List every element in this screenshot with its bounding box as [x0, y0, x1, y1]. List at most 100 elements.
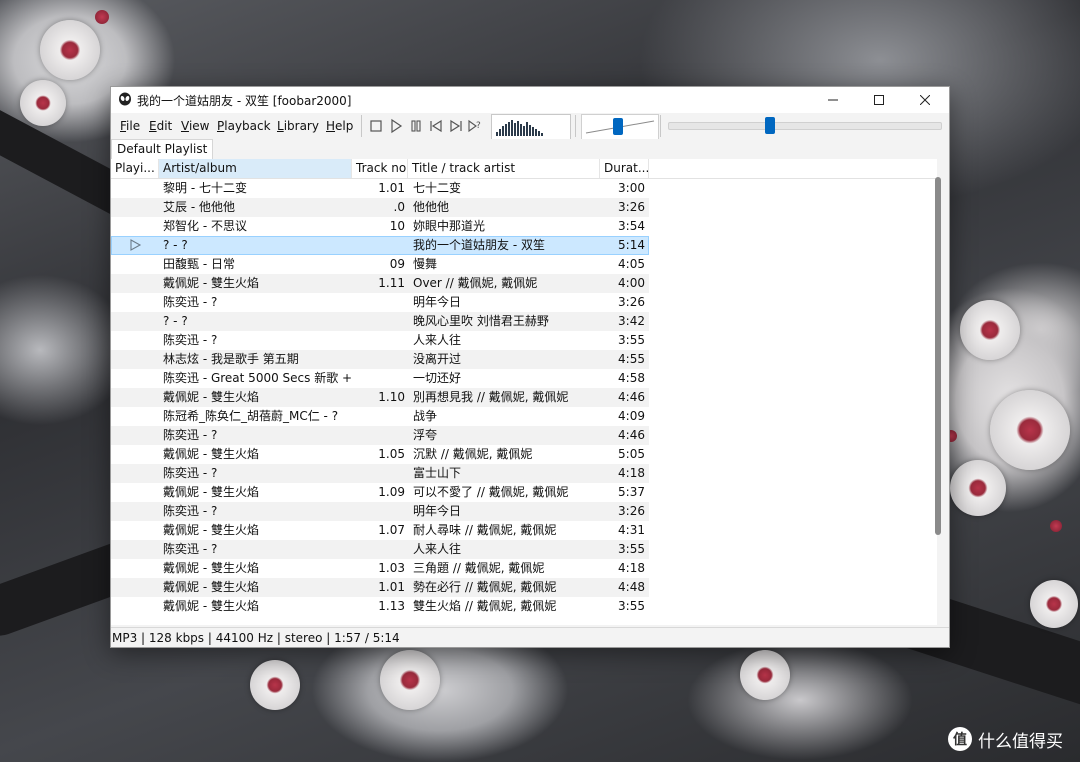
close-button[interactable]	[902, 87, 948, 113]
menu-library[interactable]: Library	[277, 119, 319, 133]
track-row[interactable]: 陈奕迅 - ? 富士山下 4:18	[111, 464, 649, 483]
track-title: 耐人尋味 // 戴佩妮, 戴佩妮	[413, 523, 557, 537]
now-playing-indicator	[111, 445, 159, 464]
now-playing-indicator	[111, 502, 159, 521]
maximize-icon	[874, 95, 884, 105]
spectrum-bar	[514, 123, 516, 136]
now-playing-indicator	[111, 388, 159, 407]
menu-help[interactable]: Help	[326, 119, 353, 133]
wallpaper-blossom	[380, 650, 440, 710]
track-row[interactable]: 戴佩妮 - 雙生火焰 1.07 耐人尋味 // 戴佩妮, 戴佩妮 4:31	[111, 521, 649, 540]
track-row[interactable]: 林志炫 - 我是歌手 第五期 没离开过 4:55	[111, 350, 649, 369]
now-playing-indicator	[111, 559, 159, 578]
volume-thumb[interactable]	[613, 118, 624, 135]
seek-track	[668, 122, 942, 130]
minimize-button[interactable]	[810, 87, 856, 113]
track-duration: 4:05	[618, 257, 645, 271]
track-title: 雙生火焰 // 戴佩妮, 戴佩妮	[413, 599, 557, 613]
track-number	[355, 293, 405, 312]
volume-slider[interactable]	[581, 114, 659, 140]
pause-icon[interactable]	[408, 118, 424, 134]
track-row[interactable]: 黎明 - 七十二变 1.01 七十二变 3:00	[111, 179, 649, 198]
now-playing-indicator	[111, 578, 159, 597]
random-icon[interactable]: ?	[467, 118, 483, 134]
track-row[interactable]: 陈奕迅 - ? 浮夸 4:46	[111, 426, 649, 445]
now-playing-indicator	[111, 407, 159, 426]
now-playing-indicator	[111, 217, 159, 236]
track-row[interactable]: 戴佩妮 - 雙生火焰 1.11 Over // 戴佩妮, 戴佩妮 4:00	[111, 274, 649, 293]
track-artist-album: 陈奕迅 - ?	[163, 542, 218, 556]
track-row[interactable]: 戴佩妮 - 雙生火焰 1.13 雙生火焰 // 戴佩妮, 戴佩妮 3:55	[111, 597, 649, 616]
track-row[interactable]: ? - ? 我的一个道姑朋友 - 双笙 5:14	[111, 236, 649, 255]
track-row[interactable]: 陈冠希_陈奂仁_胡蓓蔚_MC仁 - ? 战争 4:09	[111, 407, 649, 426]
column-artist-album[interactable]: Artist/album	[159, 159, 352, 178]
track-number: 1.01	[378, 580, 405, 594]
seek-thumb[interactable]	[764, 117, 775, 134]
play-icon[interactable]	[388, 118, 404, 134]
spectrum-bar	[508, 122, 510, 136]
menu-library-rest: ibrary	[283, 119, 319, 133]
track-row[interactable]: 戴佩妮 - 雙生火焰 1.09 可以不愛了 // 戴佩妮, 戴佩妮 5:37	[111, 483, 649, 502]
track-artist-album: 陈奕迅 - Great 5000 Secs 新歌 + ...	[163, 371, 353, 385]
track-number	[355, 236, 405, 255]
track-row[interactable]: 戴佩妮 - 雙生火焰 1.10 別再想見我 // 戴佩妮, 戴佩妮 4:46	[111, 388, 649, 407]
wallpaper-blossom	[1030, 580, 1078, 628]
track-number: 1.13	[378, 599, 405, 613]
now-playing-indicator	[111, 274, 159, 293]
now-playing-indicator	[111, 426, 159, 445]
tab-default-playlist[interactable]: Default Playlist	[111, 139, 214, 159]
menu-view[interactable]: View	[181, 119, 209, 133]
column-playing[interactable]: Playi...	[111, 159, 159, 178]
track-row[interactable]: 陈奕迅 - ? 明年今日 3:26	[111, 502, 649, 521]
track-duration: 4:09	[618, 409, 645, 423]
title-bar[interactable]: 我的一个道姑朋友 - 双笙 [foobar2000]	[111, 87, 949, 113]
seek-bar[interactable]	[664, 114, 944, 138]
stop-icon[interactable]	[368, 118, 384, 134]
track-number	[355, 540, 405, 559]
menu-edit[interactable]: Edit	[149, 119, 172, 133]
track-artist-album: 戴佩妮 - 雙生火焰	[163, 523, 259, 537]
track-row[interactable]: 郑智化 - 不思议 10 妳眼中那道光 3:54	[111, 217, 649, 236]
track-number	[355, 312, 405, 331]
track-artist-album: ? - ?	[163, 238, 188, 252]
track-row[interactable]: ? - ? 晚风心里吹 刘惜君王赫野 3:42	[111, 312, 649, 331]
track-row[interactable]: 戴佩妮 - 雙生火焰 1.01 勢在必行 // 戴佩妮, 戴佩妮 4:48	[111, 578, 649, 597]
now-playing-indicator	[111, 293, 159, 312]
column-title[interactable]: Title / track artist	[408, 159, 600, 178]
menu-file[interactable]: File	[120, 119, 140, 133]
track-row[interactable]: 艾辰 - 他他他 .0 他他他 3:26	[111, 198, 649, 217]
track-number: 10	[389, 219, 405, 233]
foobar2000-window: 我的一个道姑朋友 - 双笙 [foobar2000] File Edit Vie…	[110, 86, 950, 648]
track-duration: 3:55	[618, 599, 645, 613]
track-title: 人来人往	[413, 333, 462, 347]
column-track-no[interactable]: Track no	[352, 159, 408, 178]
track-row[interactable]: 戴佩妮 - 雙生火焰 1.03 三角題 // 戴佩妮, 戴佩妮 4:18	[111, 559, 649, 578]
track-title: 富士山下	[413, 466, 462, 480]
watermark-text: 什么值得买	[978, 731, 1063, 752]
track-artist-album: 田馥甄 - 日常	[163, 257, 235, 271]
toolbar-separator	[361, 115, 362, 137]
playlist-view[interactable]: Playi... Artist/album Track no Title / t…	[111, 159, 937, 625]
previous-icon[interactable]	[428, 118, 444, 134]
track-row[interactable]: 陈奕迅 - ? 人来人往 3:55	[111, 331, 649, 350]
track-duration: 3:42	[618, 314, 645, 328]
track-title: 没离开过	[413, 352, 462, 366]
track-row[interactable]: 田馥甄 - 日常 09 慢舞 4:05	[111, 255, 649, 274]
column-duration[interactable]: Durat...	[600, 159, 649, 178]
track-row[interactable]: 陈奕迅 - ? 明年今日 3:26	[111, 293, 649, 312]
scrollbar-thumb[interactable]	[935, 177, 941, 535]
track-row[interactable]: 戴佩妮 - 雙生火焰 1.05 沉默 // 戴佩妮, 戴佩妮 5:05	[111, 445, 649, 464]
spectrum-visualizer[interactable]	[491, 114, 571, 140]
track-number	[355, 426, 405, 445]
track-row[interactable]: 陈奕迅 - Great 5000 Secs 新歌 + ... 一切还好 4:58	[111, 369, 649, 388]
maximize-button[interactable]	[856, 87, 902, 113]
track-row[interactable]: 陈奕迅 - ? 人来人往 3:55	[111, 540, 649, 559]
menu-playback[interactable]: Playback	[217, 119, 271, 133]
track-artist-album: 陈冠希_陈奂仁_胡蓓蔚_MC仁 - ?	[163, 409, 339, 423]
next-icon[interactable]	[448, 118, 464, 134]
track-title: 浮夸	[413, 428, 438, 442]
track-title: 人来人往	[413, 542, 462, 556]
track-number	[355, 502, 405, 521]
menu-help-key: H	[326, 119, 336, 133]
spectrum-bar	[535, 129, 537, 136]
